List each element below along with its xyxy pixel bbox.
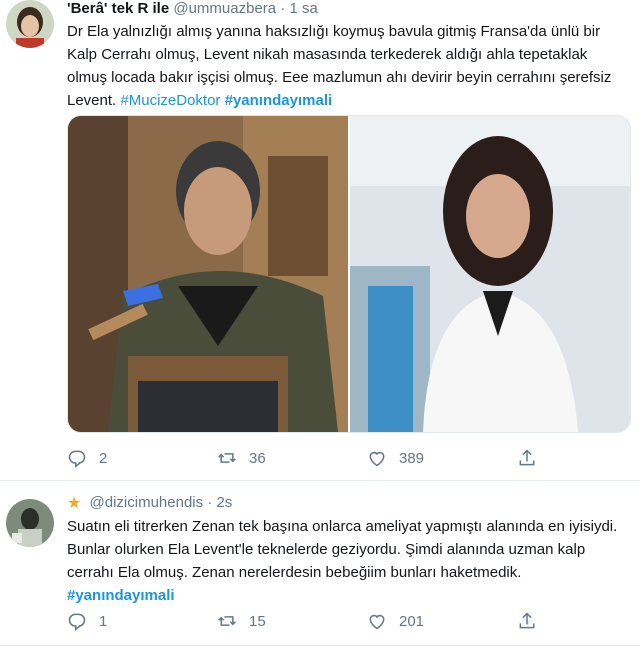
tweet[interactable]: 'Berâ' tek R ile @ummuazbera · 1 sa Dr E… bbox=[0, 0, 640, 481]
retweet-count: 15 bbox=[249, 612, 266, 630]
tweet-header: ★ @dizicimuhendis · 2s bbox=[67, 493, 232, 513]
like-count: 389 bbox=[399, 449, 425, 467]
avatar[interactable] bbox=[6, 499, 54, 547]
retweet-icon bbox=[218, 453, 236, 463]
retweet-button[interactable]: 15 bbox=[217, 611, 266, 631]
like-button[interactable]: 201 bbox=[367, 611, 424, 631]
separator: · bbox=[280, 0, 286, 17]
star-icon: ★ bbox=[67, 495, 82, 512]
tweet-text-content: Suatın eli titrerken Zenan tek başına on… bbox=[67, 518, 618, 581]
reply-count: 1 bbox=[99, 612, 108, 630]
separator: · bbox=[207, 494, 213, 511]
share-icon bbox=[519, 612, 535, 629]
share-button[interactable] bbox=[517, 448, 549, 468]
heart-icon bbox=[369, 451, 385, 467]
reply-icon bbox=[68, 613, 86, 631]
tweet[interactable]: ★ @dizicimuhendis · 2s Suatın eli titrer… bbox=[0, 481, 640, 646]
tweet-header: 'Berâ' tek R ile @ummuazbera · 1 sa bbox=[67, 0, 318, 17]
tweet-actions: 2 36 389 bbox=[67, 448, 537, 472]
avatar[interactable] bbox=[6, 0, 54, 48]
share-button[interactable] bbox=[517, 611, 549, 631]
display-name[interactable]: 'Berâ' tek R ile bbox=[67, 0, 169, 17]
timestamp[interactable]: 2s bbox=[216, 494, 232, 511]
retweet-count: 36 bbox=[249, 449, 266, 467]
like-button[interactable]: 389 bbox=[367, 448, 424, 468]
tweet-text: Suatın eli titrerken Zenan tek başına on… bbox=[67, 515, 622, 607]
handle[interactable]: @ummuazbera bbox=[173, 0, 276, 17]
media-photo-right[interactable] bbox=[350, 116, 630, 432]
handle[interactable]: @dizicimuhendis bbox=[90, 494, 204, 511]
retweet-button[interactable]: 36 bbox=[217, 448, 266, 468]
share-icon bbox=[519, 449, 535, 466]
hashtag-link[interactable]: #yanındayımali bbox=[225, 92, 333, 109]
reply-button[interactable]: 2 bbox=[67, 448, 107, 468]
hashtag-link[interactable]: #MucizeDoktor bbox=[120, 92, 220, 109]
tweet-actions: 1 15 201 bbox=[67, 611, 537, 635]
hashtag-link[interactable]: #yanındayımali bbox=[67, 587, 175, 604]
timestamp[interactable]: 1 sa bbox=[289, 0, 317, 17]
retweet-icon bbox=[218, 616, 236, 626]
media-photo-left[interactable] bbox=[68, 116, 348, 432]
like-count: 201 bbox=[399, 612, 425, 630]
heart-icon bbox=[369, 614, 385, 630]
reply-icon bbox=[68, 450, 86, 468]
reply-count: 2 bbox=[99, 449, 108, 467]
tweet-text: Dr Ela yalnızlığı almış yanına haksızlığ… bbox=[67, 20, 622, 112]
tweet-media[interactable] bbox=[67, 115, 631, 433]
reply-button[interactable]: 1 bbox=[67, 611, 107, 631]
